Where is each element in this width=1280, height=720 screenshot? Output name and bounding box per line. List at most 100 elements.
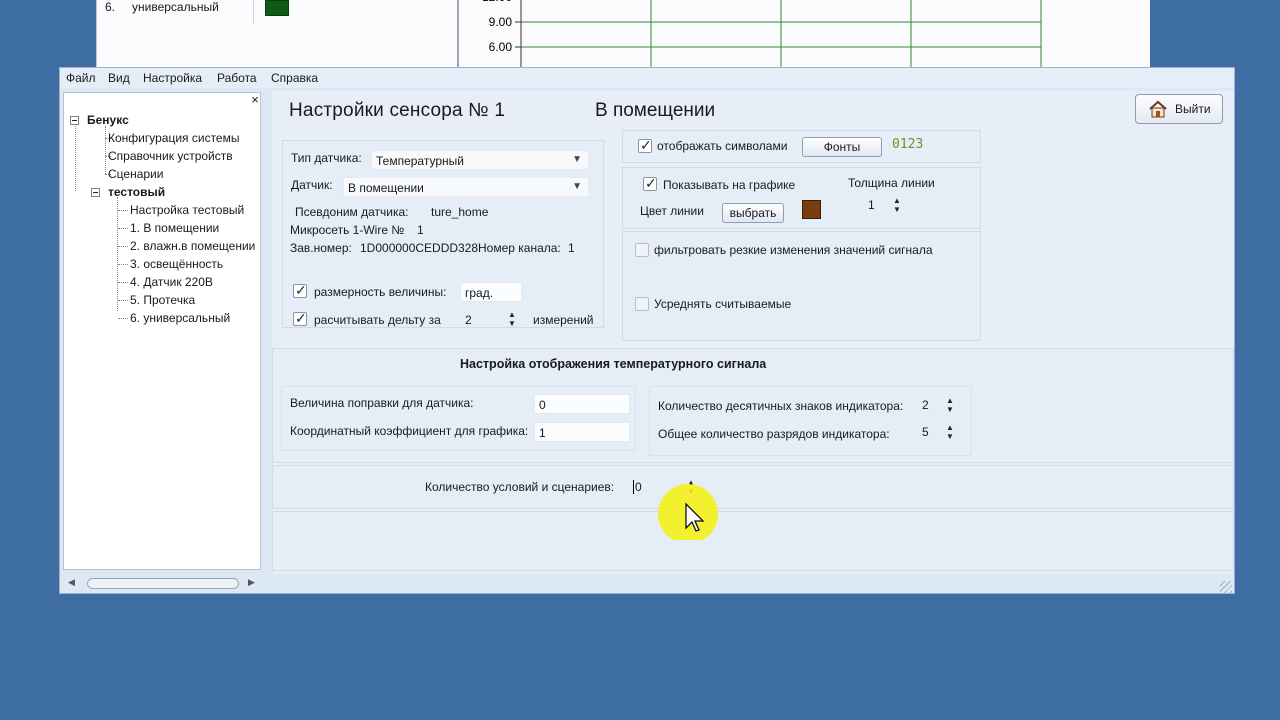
- close-icon[interactable]: ×: [249, 93, 261, 107]
- sensor-value: В помещении: [348, 181, 424, 195]
- tree-subitem[interactable]: 3. освещённость: [130, 257, 223, 271]
- line-color-label: Цвет линии: [640, 204, 704, 218]
- filter-label: фильтровать резкие изменения значений си…: [654, 243, 933, 257]
- correction-value: 0: [539, 398, 546, 412]
- color-swatch: [265, 0, 289, 16]
- onewire-net-value: 1: [417, 223, 424, 237]
- menu-work[interactable]: Работа: [217, 71, 257, 85]
- delta-checkbox[interactable]: [293, 310, 307, 327]
- delta-label: расчитывать дельту за: [314, 313, 441, 327]
- indicator-group: Количество десятичных знаков индикатора:…: [649, 386, 972, 456]
- section-heading: Настройка отображения температурного сиг…: [460, 357, 767, 371]
- coef-label: Координатный коэффициент для графика:: [290, 424, 529, 438]
- tree-subitem[interactable]: 4. Датчик 220В: [130, 275, 213, 289]
- row-label: универсальный: [132, 0, 219, 14]
- chart-tick-label: 12.00: [482, 0, 512, 4]
- correction-group: Величина поправки для датчика: 0 Координ…: [281, 386, 636, 451]
- exit-button[interactable]: Выйти: [1135, 94, 1223, 124]
- spin-down-icon[interactable]: ▼: [946, 433, 954, 441]
- correction-label: Величина поправки для датчика:: [290, 396, 474, 410]
- sample-digits: 0123: [892, 137, 924, 152]
- navigation-tree: × Бенукс Конфигурация системы Справочник…: [63, 92, 261, 589]
- tree-subitem[interactable]: 2. влажн.в помещении: [130, 239, 255, 253]
- horizontal-scrollbar[interactable]: ◀ ▶: [67, 577, 259, 591]
- collapse-icon[interactable]: [70, 116, 79, 125]
- row-number: 6.: [105, 0, 116, 14]
- sensor-group: Тип датчика: Температурный ▼ Датчик: В п…: [282, 140, 604, 328]
- digits-value: 5: [922, 425, 929, 439]
- scroll-left-icon[interactable]: ◀: [68, 577, 75, 588]
- home-icon: [1149, 100, 1167, 118]
- menu-view[interactable]: Вид: [108, 71, 130, 85]
- spin-up-icon[interactable]: ▲: [893, 197, 901, 205]
- show-on-graph-checkbox[interactable]: [643, 175, 657, 192]
- menu-settings[interactable]: Настройка: [143, 71, 202, 85]
- chart-tick-labels: 12.00 9.00 6.00: [482, 0, 522, 67]
- tree-subitem[interactable]: 1. В помещении: [130, 221, 219, 235]
- menu-help[interactable]: Справка: [271, 71, 318, 85]
- fonts-button[interactable]: Фонты: [802, 137, 882, 157]
- decimals-value: 2: [922, 398, 929, 412]
- sensor-name-title: В помещении: [595, 100, 716, 121]
- sensor-label: Датчик:: [291, 178, 333, 192]
- delta-value: 2: [465, 313, 472, 327]
- average-label: Усреднять считываемые: [654, 297, 792, 311]
- sensor-type-value: Температурный: [376, 154, 464, 168]
- digits-spinner[interactable]: 5 ▲ ▼: [922, 424, 966, 445]
- menu-file[interactable]: Файл: [66, 71, 96, 85]
- spin-down-icon[interactable]: ▼: [508, 320, 516, 328]
- tree-subitem[interactable]: 5. Протечка: [130, 293, 195, 307]
- spin-down-icon[interactable]: ▼: [893, 206, 901, 214]
- delta-spinner[interactable]: 2 ▲ ▼: [465, 311, 521, 333]
- tree-subitem[interactable]: Настройка тестовый: [130, 203, 244, 217]
- tree-subitem[interactable]: 6. универсальный: [130, 311, 230, 325]
- decimals-spinner[interactable]: 2 ▲ ▼: [922, 397, 966, 418]
- unit-input[interactable]: град.: [460, 282, 522, 302]
- alias-label: Псевдоним датчика:: [295, 205, 409, 219]
- channel-value: 1: [568, 241, 575, 255]
- spin-up-icon[interactable]: ▲: [508, 311, 516, 319]
- collapse-icon[interactable]: [91, 188, 100, 197]
- scroll-right-icon[interactable]: ▶: [248, 577, 255, 588]
- spin-up-icon[interactable]: ▲: [946, 424, 954, 432]
- graph-group: Показывать на графике Толщина линии Цвет…: [622, 167, 981, 229]
- tree-root[interactable]: Бенукс: [87, 113, 129, 127]
- sensor-type-select[interactable]: Температурный ▼: [371, 150, 589, 170]
- sensor-select[interactable]: В помещении ▼: [343, 177, 589, 197]
- digits-label: Общее количество разрядов индикатора:: [658, 427, 890, 441]
- line-color-swatch[interactable]: [802, 200, 821, 219]
- chart-tick-label: 6.00: [489, 40, 513, 54]
- column-divider: [253, 0, 254, 25]
- spin-down-icon[interactable]: ▼: [946, 406, 954, 414]
- filter-checkbox[interactable]: [635, 243, 649, 257]
- exit-button-label: Выйти: [1175, 102, 1211, 116]
- line-width-spinner[interactable]: 1 ▲ ▼: [868, 197, 908, 218]
- splitter[interactable]: [457, 0, 459, 67]
- choose-color-button[interactable]: выбрать: [722, 203, 784, 223]
- correction-input[interactable]: 0: [534, 394, 630, 414]
- unit-checkbox[interactable]: [293, 282, 307, 299]
- channel-label: Номер канала:: [478, 241, 561, 255]
- average-checkbox[interactable]: [635, 297, 649, 311]
- spin-up-icon[interactable]: ▲: [946, 397, 954, 405]
- symbols-group: отображать символами Фонты 0123: [622, 130, 981, 163]
- background-window: 6. универсальный 12.00 9.00 6.00: [96, 0, 1150, 67]
- temperature-display-group: Настройка отображения температурного сиг…: [272, 348, 1234, 463]
- mouse-cursor-highlight: [658, 484, 718, 540]
- menu-bar: Файл Вид Настройка Работа Справка: [60, 68, 1234, 88]
- unit-label: размерность величины:: [314, 285, 447, 299]
- alias-value: ture_home: [431, 205, 489, 219]
- tree-item-config[interactable]: Конфигурация системы: [108, 131, 239, 145]
- scenario-count-label: Количество условий и сценариев:: [425, 480, 615, 494]
- sensor-chart: 12.00 9.00 6.00: [482, 0, 1042, 67]
- chart-tick-label: 9.00: [489, 15, 513, 29]
- serial-label: Зав.номер:: [290, 241, 352, 255]
- scroll-thumb[interactable]: [87, 578, 239, 589]
- resize-grip-icon[interactable]: [1220, 581, 1232, 593]
- decimals-label: Количество десятичных знаков индикатора:: [658, 399, 904, 413]
- show-symbols-checkbox[interactable]: [638, 137, 652, 154]
- background-list-row: 6. универсальный: [105, 0, 253, 18]
- tree-item-scenarios[interactable]: Сценарии: [108, 167, 163, 181]
- tree-item-devices[interactable]: Справочник устройств: [108, 149, 233, 163]
- coef-input[interactable]: 1: [534, 422, 630, 442]
